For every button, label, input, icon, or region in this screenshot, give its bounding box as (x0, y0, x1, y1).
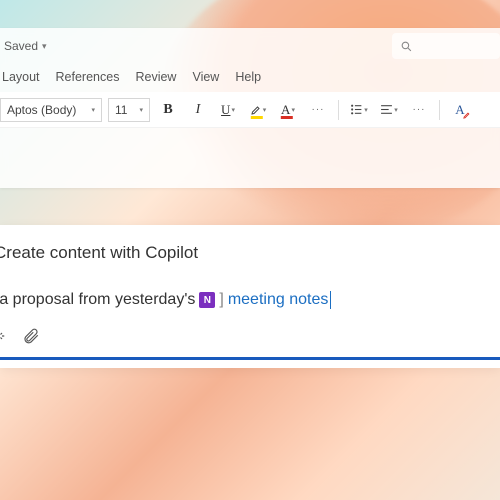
tab-layout[interactable]: Layout (2, 70, 40, 84)
chevron-down-icon: ▾ (364, 106, 368, 114)
save-status-label: Saved (4, 39, 38, 53)
sparkle-icon (0, 327, 8, 345)
attach-button[interactable] (22, 327, 40, 345)
onenote-icon: N (199, 292, 215, 308)
highlight-swatch (251, 116, 263, 119)
font-family-select[interactable]: Aptos (Body) ▾ (0, 98, 102, 122)
ribbon-tabs: Layout References Review View Help (0, 64, 500, 92)
more-paragraph-options-button[interactable]: ··· (407, 98, 431, 122)
text-caret (330, 291, 331, 309)
bullets-button[interactable]: ▾ (347, 98, 371, 122)
highlight-color-button[interactable]: ▾ (246, 98, 270, 122)
word-window: Saved ▾ Layout References Review View He… (0, 28, 500, 188)
font-color-swatch (281, 116, 293, 119)
bracket-icon: ] (219, 291, 223, 309)
pencil-icon (463, 112, 470, 119)
ribbon-toolbar: Aptos (Body) ▾ 11 ▾ B I U ▾ ▾ A ▾ ··· ▾ (0, 92, 500, 128)
copilot-heading: Create content with Copilot (0, 243, 500, 277)
search-input[interactable] (392, 33, 500, 59)
chevron-down-icon: ▾ (231, 106, 235, 114)
search-icon (400, 40, 413, 53)
font-size-value: 11 (115, 103, 127, 117)
chevron-down-icon: ▾ (139, 106, 143, 114)
save-status-dropdown[interactable]: Saved ▾ (0, 35, 53, 57)
italic-button[interactable]: I (186, 98, 210, 122)
chevron-down-icon: ▾ (42, 41, 47, 52)
align-icon (380, 103, 393, 116)
more-font-options-button[interactable]: ··· (306, 98, 330, 122)
bold-button[interactable]: B (156, 98, 180, 122)
underline-glyph: U (221, 102, 230, 118)
chevron-down-icon: ▾ (394, 106, 398, 114)
copilot-compose-panel: Create content with Copilot ft a proposa… (0, 225, 500, 368)
tab-view[interactable]: View (192, 70, 219, 84)
voice-input-button[interactable] (0, 327, 8, 345)
prompt-text: ft a proposal from yesterday's (0, 291, 195, 309)
titlebar: Saved ▾ (0, 28, 500, 64)
underline-button[interactable]: U ▾ (216, 98, 240, 122)
tab-help[interactable]: Help (235, 70, 261, 84)
reference-link[interactable]: meeting notes (228, 291, 329, 309)
clear-formatting-button[interactable]: A (448, 98, 472, 122)
align-button[interactable]: ▾ (377, 98, 401, 122)
tab-references[interactable]: References (56, 70, 120, 84)
bullets-icon (350, 103, 363, 116)
font-family-value: Aptos (Body) (7, 103, 76, 117)
reference-chip[interactable]: N ] (199, 291, 223, 309)
tab-review[interactable]: Review (135, 70, 176, 84)
chevron-down-icon: ▾ (263, 106, 267, 114)
separator (338, 100, 339, 120)
highlighter-icon (250, 104, 262, 116)
chevron-down-icon: ▾ (91, 106, 95, 114)
copilot-prompt-input[interactable]: ft a proposal from yesterday's N ] meeti… (0, 277, 500, 311)
copilot-action-row (0, 311, 500, 351)
paperclip-icon (22, 327, 40, 345)
panel-accent-bar (0, 357, 500, 360)
font-color-button[interactable]: A ▾ (276, 98, 300, 122)
font-size-select[interactable]: 11 ▾ (108, 98, 150, 122)
chevron-down-icon: ▾ (291, 106, 295, 114)
separator (439, 100, 440, 120)
